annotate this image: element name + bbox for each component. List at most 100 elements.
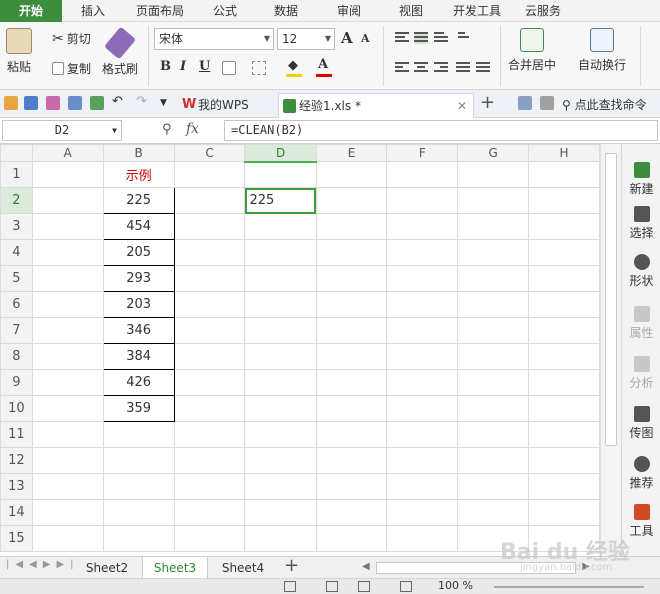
row-header-5[interactable]: 5 — [0, 265, 33, 292]
select-all-corner[interactable] — [0, 144, 33, 162]
align-top-icon[interactable] — [395, 32, 409, 44]
cell-f15[interactable] — [386, 525, 459, 552]
cell-a1[interactable] — [31, 161, 104, 188]
row-header-14[interactable]: 14 — [0, 499, 33, 526]
cell-g13[interactable] — [457, 473, 530, 500]
cell-g8[interactable] — [457, 343, 530, 370]
cell-c6[interactable] — [173, 291, 246, 318]
cell-g2[interactable] — [457, 187, 530, 214]
cell-b12[interactable] — [102, 447, 175, 474]
cell-h12[interactable] — [528, 447, 600, 474]
cell-h11[interactable] — [528, 421, 600, 448]
undo-icon[interactable]: ↶ — [112, 94, 126, 109]
cell-a4[interactable] — [31, 239, 104, 266]
zoom-level[interactable]: 100 % — [438, 579, 473, 592]
format-painter-button[interactable]: 格式刷 — [102, 26, 138, 77]
cell-h3[interactable] — [528, 213, 600, 240]
font-size-select[interactable]: 12 ▼ — [277, 28, 335, 50]
cell-f4[interactable] — [386, 239, 459, 266]
column-header-f[interactable]: F — [386, 144, 459, 162]
cell-f1[interactable] — [386, 161, 459, 188]
font-color-button[interactable]: A — [318, 57, 328, 72]
border-icon[interactable] — [222, 61, 236, 75]
cell-b15[interactable] — [102, 525, 175, 552]
tab-page-layout[interactable]: 页面布局 — [124, 0, 196, 22]
add-sheet-icon[interactable]: + — [284, 555, 299, 576]
normal-view-icon[interactable] — [284, 581, 296, 592]
close-icon[interactable]: ✕ — [457, 94, 467, 118]
cell-f2[interactable] — [386, 187, 459, 214]
cell-f14[interactable] — [386, 499, 459, 526]
cell-h5[interactable] — [528, 265, 600, 292]
tab-review[interactable]: 审阅 — [318, 0, 380, 22]
align-middle-icon[interactable] — [414, 32, 428, 44]
row-header-15[interactable]: 15 — [0, 525, 33, 552]
cell-d10[interactable] — [244, 395, 317, 422]
cell-c11[interactable] — [173, 421, 246, 448]
cell-h13[interactable] — [528, 473, 600, 500]
cell-a15[interactable] — [31, 525, 104, 552]
row-header-2[interactable]: 2 — [0, 187, 33, 214]
column-header-a[interactable]: A — [31, 144, 104, 162]
column-header-h[interactable]: H — [528, 144, 600, 162]
cell-f11[interactable] — [386, 421, 459, 448]
scrollbar-thumb[interactable] — [605, 153, 617, 446]
page-break-icon[interactable] — [358, 581, 370, 592]
cell-f12[interactable] — [386, 447, 459, 474]
distribute-icon[interactable] — [476, 62, 490, 74]
formula-input[interactable]: =CLEAN(B2) — [224, 120, 658, 141]
page-layout-icon[interactable] — [326, 581, 338, 592]
command-search[interactable]: ⚲ 点此查找命令 — [562, 96, 647, 113]
cell-g5[interactable] — [457, 265, 530, 292]
cell-d6[interactable] — [244, 291, 317, 318]
font-name-select[interactable]: 宋体 ▼ — [154, 28, 274, 50]
sheet-tab-3[interactable]: Sheet3 — [142, 557, 208, 579]
cell-g12[interactable] — [457, 447, 530, 474]
cell-d13[interactable] — [244, 473, 317, 500]
cell-e15[interactable] — [315, 525, 388, 552]
row-header-10[interactable]: 10 — [0, 395, 33, 422]
cell-b13[interactable] — [102, 473, 175, 500]
cell-d3[interactable] — [244, 213, 317, 240]
cell-g4[interactable] — [457, 239, 530, 266]
cell-c12[interactable] — [173, 447, 246, 474]
cell-a12[interactable] — [31, 447, 104, 474]
cell-g11[interactable] — [457, 421, 530, 448]
tab-data[interactable]: 数据 — [254, 0, 318, 22]
cell-b5[interactable]: 293 — [102, 265, 175, 292]
cell-e8[interactable] — [315, 343, 388, 370]
wrap-text-button[interactable]: 自动换行 — [578, 28, 626, 73]
row-header-3[interactable]: 3 — [0, 213, 33, 240]
row-header-12[interactable]: 12 — [0, 447, 33, 474]
align-bottom-icon[interactable] — [434, 32, 448, 44]
row-header-13[interactable]: 13 — [0, 473, 33, 500]
cell-a14[interactable] — [31, 499, 104, 526]
side-upload-image-button[interactable]: 传图 — [622, 406, 660, 441]
print-preview-icon[interactable] — [90, 96, 104, 110]
cell-e6[interactable] — [315, 291, 388, 318]
cell-b4[interactable]: 205 — [102, 239, 175, 266]
cell-e2[interactable] — [315, 187, 388, 214]
cell-a6[interactable] — [31, 291, 104, 318]
cell-c13[interactable] — [173, 473, 246, 500]
cell-a2[interactable] — [31, 187, 104, 214]
cell-e7[interactable] — [315, 317, 388, 344]
cell-d8[interactable] — [244, 343, 317, 370]
cell-e3[interactable] — [315, 213, 388, 240]
tab-start[interactable]: 开始 — [0, 0, 62, 22]
cell-e14[interactable] — [315, 499, 388, 526]
save-icon[interactable] — [24, 96, 38, 110]
cell-h14[interactable] — [528, 499, 600, 526]
cell-e9[interactable] — [315, 369, 388, 396]
side-new-button[interactable]: 新建 — [622, 162, 660, 197]
cell-a11[interactable] — [31, 421, 104, 448]
side-select-button[interactable]: 选择 — [622, 206, 660, 241]
tab-developer[interactable]: 开发工具 — [442, 0, 512, 22]
cell-c14[interactable] — [173, 499, 246, 526]
cell-c3[interactable] — [173, 213, 246, 240]
cell-e4[interactable] — [315, 239, 388, 266]
tab-view[interactable]: 视图 — [380, 0, 442, 22]
cell-g9[interactable] — [457, 369, 530, 396]
row-header-4[interactable]: 4 — [0, 239, 33, 266]
bold-button[interactable]: B — [160, 59, 171, 74]
